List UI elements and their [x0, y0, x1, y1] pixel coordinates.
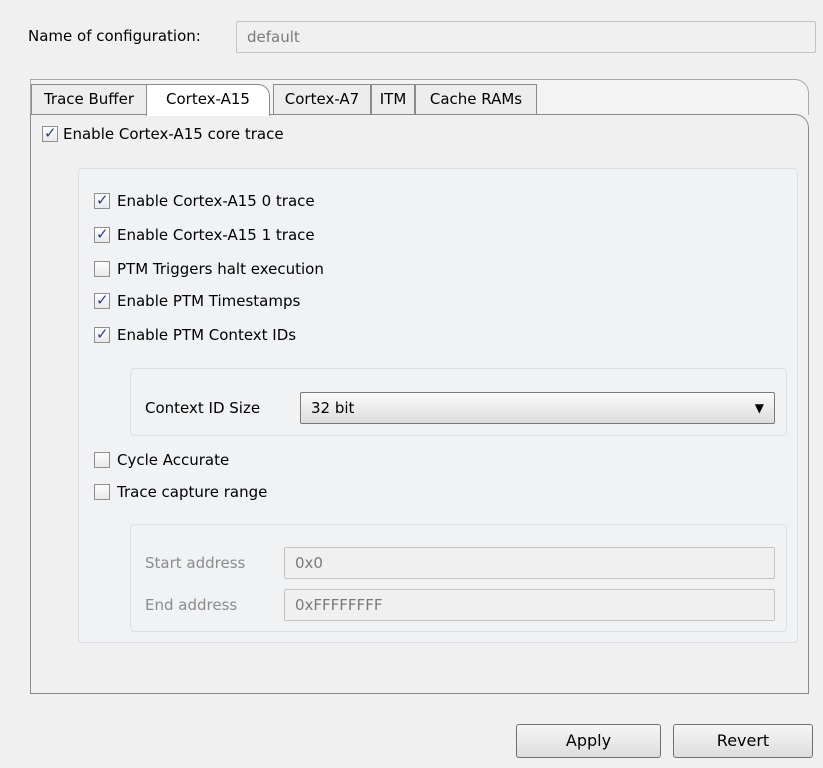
option-checkbox-ptm-halt[interactable] — [94, 261, 110, 277]
start-address-label: Start address — [145, 554, 246, 572]
option-checkbox-ptm-context-ids[interactable]: ✓ — [94, 325, 110, 343]
config-name-label: Name of configuration: — [28, 27, 201, 45]
apply-button[interactable]: Apply — [516, 724, 661, 758]
end-address-field[interactable]: 0xFFFFFFFF — [284, 589, 775, 621]
trace-range-label: Trace capture range — [117, 483, 268, 501]
trace-range-checkbox[interactable] — [94, 484, 110, 500]
check-icon: ✓ — [96, 191, 109, 209]
option-label-a15-0: Enable Cortex-A15 0 trace — [117, 192, 315, 210]
context-id-size-select[interactable]: 32 bit ▼ — [300, 392, 775, 424]
cycle-accurate-label: Cycle Accurate — [117, 451, 230, 469]
option-checkbox-a15-1[interactable]: ✓ — [94, 225, 110, 243]
context-id-size-value: 32 bit — [311, 399, 355, 417]
option-label-ptm-context-ids: Enable PTM Context IDs — [117, 326, 297, 344]
option-checkbox-a15-0[interactable]: ✓ — [94, 191, 110, 209]
option-label-a15-1: Enable Cortex-A15 1 trace — [117, 226, 315, 244]
tab-trace-buffer[interactable]: Trace Buffer — [31, 84, 147, 114]
chevron-down-icon: ▼ — [754, 401, 764, 415]
start-address-field[interactable]: 0x0 — [284, 547, 775, 579]
check-icon: ✓ — [96, 225, 109, 243]
check-icon: ✓ — [96, 325, 109, 343]
check-icon: ✓ — [96, 291, 109, 309]
context-id-size-label: Context ID Size — [145, 399, 261, 417]
option-label-ptm-halt: PTM Triggers halt execution — [117, 260, 324, 278]
tab-cortex-a15[interactable]: Cortex-A15 — [146, 84, 270, 116]
core-trace-checkbox[interactable]: ✓ — [42, 124, 58, 142]
tab-cortex-a7[interactable]: Cortex-A7 — [273, 84, 371, 114]
tab-itm[interactable]: ITM — [371, 84, 415, 114]
end-address-label: End address — [145, 596, 238, 614]
revert-button[interactable]: Revert — [673, 724, 813, 758]
tab-cache-rams[interactable]: Cache RAMs — [415, 84, 537, 114]
cycle-accurate-checkbox[interactable] — [94, 452, 110, 468]
config-name-field[interactable]: default — [236, 21, 816, 53]
core-trace-label: Enable Cortex-A15 core trace — [63, 125, 284, 143]
option-checkbox-ptm-timestamps[interactable]: ✓ — [94, 291, 110, 309]
option-label-ptm-timestamps: Enable PTM Timestamps — [117, 292, 301, 310]
check-icon: ✓ — [44, 124, 57, 142]
